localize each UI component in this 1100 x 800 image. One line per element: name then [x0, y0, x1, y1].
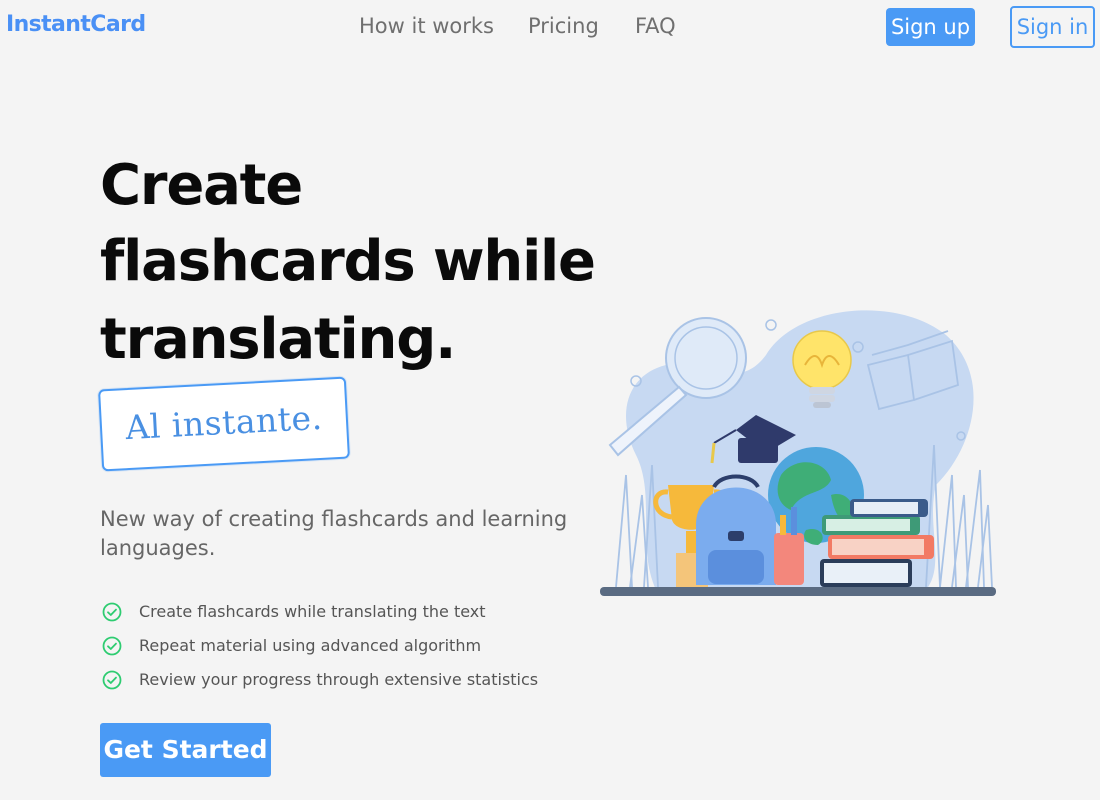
get-started-button[interactable]: Get Started	[100, 723, 271, 777]
feature-text: Create flashcards while translating the …	[139, 602, 486, 621]
nav-how-it-works[interactable]: How it works	[359, 14, 494, 38]
hero-title-line-3: translating.	[100, 307, 456, 372]
sign-in-button[interactable]: Sign in	[1010, 6, 1095, 48]
nav-faq[interactable]: FAQ	[635, 14, 676, 38]
education-illustration	[600, 310, 996, 596]
check-circle-icon	[102, 636, 122, 656]
check-circle-icon	[102, 670, 122, 690]
translation-badge: Al instante.	[98, 376, 350, 472]
sign-up-button[interactable]: Sign up	[886, 8, 975, 46]
hero-title-line-2: flashcards while	[100, 229, 596, 294]
feature-text: Repeat material using advanced algorithm	[139, 636, 482, 655]
check-circle-icon	[102, 602, 122, 622]
logo[interactable]: InstantCard	[6, 12, 146, 37]
nav-pricing[interactable]: Pricing	[528, 14, 599, 38]
hero-title-line-1: Create	[100, 153, 303, 218]
feature-text: Review your progress through extensive s…	[139, 670, 539, 689]
translation-badge-text: Al instante.	[124, 397, 324, 448]
hero-subtitle: New way of creating flashcards and learn…	[100, 507, 568, 560]
